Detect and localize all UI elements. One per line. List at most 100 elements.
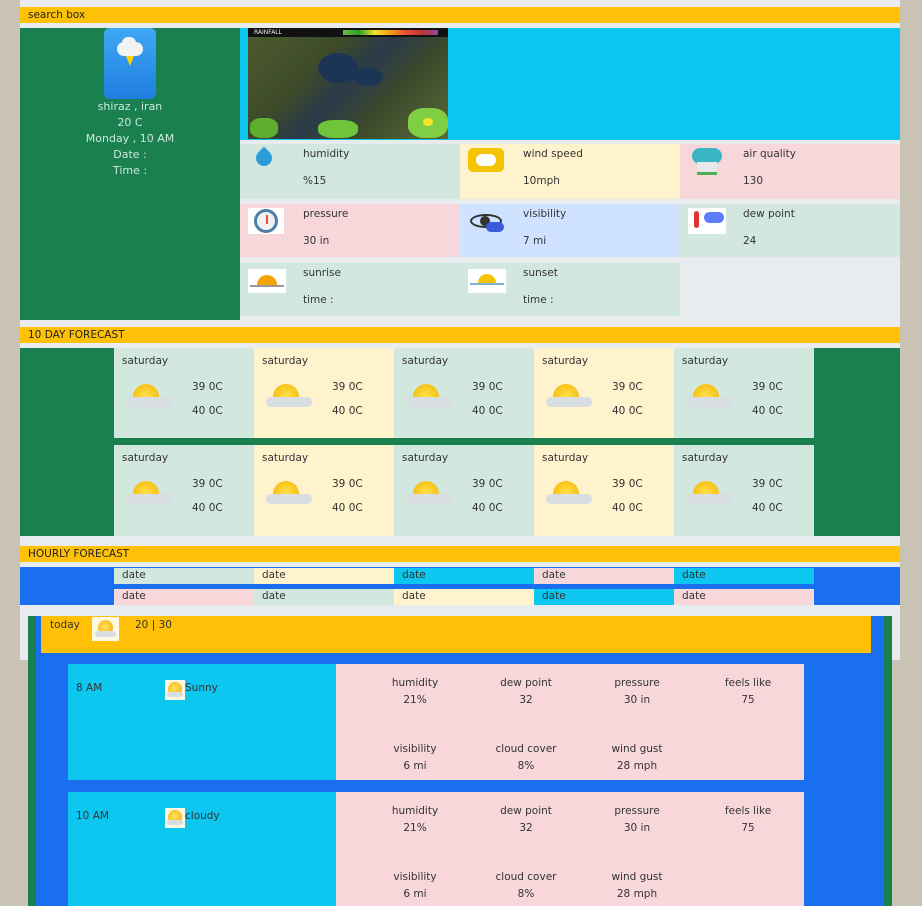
date-tab[interactable]: date (254, 568, 394, 584)
day-low: 40 0C (192, 405, 223, 417)
detail-tile-air-quality: air quality 130 (680, 144, 900, 199)
date-label: date (402, 590, 426, 602)
stat-value: 28 mph (616, 888, 658, 900)
stat-label: wind gust (611, 743, 663, 755)
detail-label: humidity (303, 148, 350, 160)
stat-label: cloud cover (495, 871, 557, 883)
day-low: 40 0C (332, 405, 363, 417)
day-name: saturday (542, 355, 589, 367)
stat-label: dew point (500, 677, 552, 689)
hour-card[interactable]: 8 AM Sunny humidity 21% dew point 32 press… (68, 664, 804, 780)
today-range: 20 | 30 (135, 619, 172, 631)
day-name: saturday (682, 452, 729, 464)
current-weather-panel: shiraz , iran 20 C Monday , 10 AM Date :… (20, 28, 240, 320)
day-card[interactable]: saturday 39 0C 40 0C (674, 348, 814, 438)
detail-tile-wind-speed: wind speed 10mph (460, 144, 680, 199)
date-label: date (262, 590, 286, 602)
day-high: 39 0C (332, 381, 363, 393)
time-label: Time : (112, 164, 148, 177)
date-label: date (682, 590, 706, 602)
date-tab[interactable]: date (254, 589, 394, 605)
stat-value: 32 (519, 694, 533, 706)
stat-label: humidity (391, 805, 439, 817)
date-tab[interactable]: date (674, 589, 814, 605)
date-tab[interactable]: date (114, 589, 254, 605)
hourly-title: HOURLY FORECAST (20, 546, 900, 562)
date-tab[interactable]: date (114, 568, 254, 584)
day-card[interactable]: saturday 39 0C 40 0C (254, 348, 394, 438)
day-card[interactable]: saturday 39 0C 40 0C (254, 445, 394, 536)
pressure-gauge-icon (248, 208, 286, 234)
date-label: date (262, 569, 286, 581)
partly-sunny-icon (165, 808, 185, 828)
search-box[interactable]: search box (20, 7, 900, 23)
date-label: date (542, 569, 566, 581)
detail-tile-humidity: humidity %15 (240, 144, 460, 199)
current-temp: 20 C (117, 116, 143, 129)
detail-label: sunset (523, 267, 558, 279)
sunny-cloud-icon (682, 479, 736, 507)
city-name: shiraz , iran (97, 100, 163, 113)
stat-value: 8% (517, 760, 535, 772)
detail-value: time : (523, 294, 554, 306)
day-name: saturday (122, 452, 169, 464)
today-label: today (50, 619, 80, 631)
stat-label: dew point (500, 805, 552, 817)
eye-icon (468, 208, 506, 234)
detail-label: wind speed (523, 148, 583, 160)
date-tab[interactable]: date (534, 568, 674, 584)
date-label: Date : (113, 148, 147, 161)
today-header[interactable]: today 20 | 30 (41, 616, 871, 653)
stat-label: wind gust (611, 871, 663, 883)
storm-icon (104, 28, 156, 99)
detail-tile-sunrise: sunrise time : (240, 263, 460, 316)
detail-label: dew point (743, 208, 795, 220)
day-card[interactable]: saturday 39 0C 40 0C (534, 445, 674, 536)
sunny-cloud-icon (542, 382, 596, 410)
detail-label: visibility (523, 208, 567, 220)
detail-tile-pressure: pressure 30 in (240, 204, 460, 257)
date-label: date (402, 569, 426, 581)
day-name: saturday (402, 355, 449, 367)
day-card[interactable]: saturday 39 0C 40 0C (674, 445, 814, 536)
stat-value: 28 mph (616, 760, 658, 772)
stat-value: 21% (403, 822, 427, 834)
detail-label: air quality (743, 148, 796, 160)
detail-tile-visibility: visibility 7 mi (460, 204, 680, 257)
map-legend (343, 30, 438, 35)
day-card[interactable]: saturday 39 0C 40 0C (534, 348, 674, 438)
date-tab[interactable]: date (534, 589, 674, 605)
day-low: 40 0C (472, 502, 503, 514)
day-high: 39 0C (752, 381, 783, 393)
map-title: RAINFALL (254, 29, 282, 36)
hour-condition: Sunny (185, 682, 218, 694)
stat-value: 6 mi (403, 760, 427, 772)
rainfall-map[interactable]: RAINFALL (248, 28, 448, 139)
hour-condition: cloudy (185, 810, 220, 822)
detail-label: sunrise (303, 267, 341, 279)
date-tab[interactable]: date (394, 589, 534, 605)
sunny-cloud-icon (542, 479, 596, 507)
stat-value: 75 (741, 822, 755, 834)
day-high: 39 0C (612, 478, 643, 490)
day-card[interactable]: saturday 39 0C 40 0C (114, 348, 254, 438)
date-tab[interactable]: date (394, 568, 534, 584)
day-card[interactable]: saturday 39 0C 40 0C (394, 445, 534, 536)
stat-label: visibility (393, 743, 437, 755)
day-low: 40 0C (752, 405, 783, 417)
partly-sunny-icon (92, 617, 119, 641)
day-low: 40 0C (612, 405, 643, 417)
date-tab[interactable]: date (674, 568, 814, 584)
day-card[interactable]: saturday 39 0C 40 0C (394, 348, 534, 438)
day-high: 39 0C (192, 381, 223, 393)
hour-card[interactable]: 10 AM cloudy humidity 21% dew point 32 pre… (68, 792, 804, 906)
day-low: 40 0C (752, 502, 783, 514)
date-label: date (122, 569, 146, 581)
stat-value: 32 (519, 822, 533, 834)
date-label: date (542, 590, 566, 602)
detail-value: time : (303, 294, 334, 306)
day-card[interactable]: saturday 39 0C 40 0C (114, 445, 254, 536)
sunny-cloud-icon (262, 479, 316, 507)
day-low: 40 0C (472, 405, 503, 417)
detail-tile-dew-point: dew point 24 (680, 204, 900, 257)
